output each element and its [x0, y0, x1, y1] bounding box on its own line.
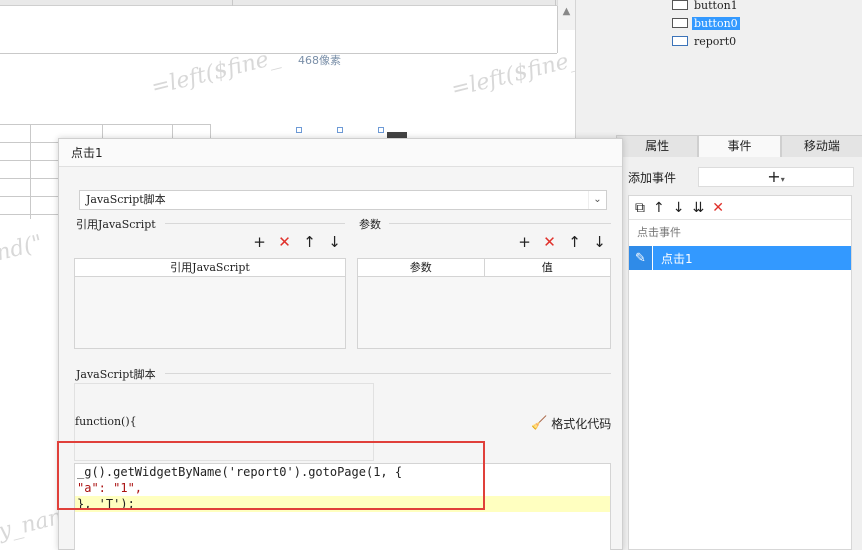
- event-group-click: 点击事件: [637, 226, 681, 239]
- ruler-col-sep: [555, 0, 556, 6]
- move-down-icon[interactable]: ↓: [673, 200, 685, 216]
- column-header: 值: [541, 261, 553, 274]
- section-divider: [165, 223, 345, 224]
- report-grid-line: [0, 178, 58, 179]
- formula-watermark: y_nan: [0, 504, 65, 545]
- move-up-icon[interactable]: ↑: [567, 233, 582, 251]
- canvas-gridline: [557, 6, 558, 53]
- tab-mobile[interactable]: 移动端: [780, 135, 862, 157]
- property-tabs: 属性 事件 移动端: [616, 135, 862, 157]
- selection-handle[interactable]: [296, 127, 302, 133]
- scroll-up-button[interactable]: ▲: [557, 0, 575, 30]
- params-toolbar: + ✕ ↑ ↓: [517, 233, 607, 251]
- report-grid-line: [210, 124, 211, 138]
- move-up-icon[interactable]: ↑: [653, 200, 665, 216]
- button-widget-icon: [672, 18, 688, 28]
- chevron-down-icon[interactable]: ⌄: [588, 191, 606, 209]
- tree-item-button1[interactable]: button1: [672, 0, 740, 13]
- ruler-col-sep: [232, 0, 233, 6]
- events-panel: 添加事件 +▾ ⧉ ↑ ↓ ⇊ ✕ 点击事件 ✎ 点击1: [616, 157, 862, 550]
- event-dialog: 点击1 JavaScript脚本 ⌄ 引用JavaScript + ✕ ↑ ↓ …: [58, 138, 623, 550]
- width-pixel-label: 468像素: [298, 54, 341, 67]
- edit-pencil-icon[interactable]: ✎: [629, 246, 653, 270]
- move-down-icon[interactable]: ↓: [327, 233, 342, 251]
- event-list: ⧉ ↑ ↓ ⇊ ✕ 点击事件 ✎ 点击1: [628, 195, 852, 550]
- report-grid-line: [0, 124, 210, 125]
- move-up-icon[interactable]: ↑: [302, 233, 317, 251]
- ref-js-section-label: 引用JavaScript: [76, 218, 156, 231]
- report-grid-line: [30, 124, 31, 219]
- delete-icon[interactable]: ✕: [277, 233, 292, 251]
- event-item-label: 点击1: [661, 251, 693, 266]
- params-table-header: 参数 值: [358, 259, 610, 277]
- formula-watermark: =left($fine_: [448, 46, 575, 103]
- add-icon[interactable]: +: [517, 233, 532, 251]
- broom-icon: 🧹: [531, 416, 548, 431]
- code-line: "a": "1",: [75, 480, 610, 496]
- copy-icon[interactable]: ⧉: [635, 200, 645, 216]
- function-signature: function(){: [75, 415, 137, 428]
- add-event-label: 添加事件: [628, 170, 677, 185]
- event-type-select[interactable]: JavaScript脚本 ⌄: [79, 190, 607, 210]
- params-table[interactable]: 参数 值: [357, 258, 611, 349]
- tree-item-label: button1: [694, 0, 738, 12]
- params-section-label: 参数: [359, 218, 381, 231]
- button-widget-icon: [672, 0, 688, 10]
- tree-item-button0[interactable]: button0: [672, 15, 740, 31]
- tree-item-label: report0: [694, 34, 737, 48]
- format-code-label: 格式化代码: [551, 417, 612, 431]
- add-event-button[interactable]: +▾: [698, 167, 854, 187]
- column-header: 引用JavaScript: [170, 261, 250, 274]
- event-type-value: JavaScript脚本: [86, 193, 166, 206]
- ref-js-table-header: 引用JavaScript: [75, 259, 345, 277]
- report-widget-icon: [672, 36, 688, 46]
- section-divider: [165, 373, 611, 374]
- selection-handle[interactable]: [378, 127, 384, 133]
- column-header: 参数: [358, 259, 485, 276]
- dropdown-arrow-icon: ▾: [780, 175, 785, 184]
- tab-events[interactable]: 事件: [698, 135, 781, 157]
- ref-js-table[interactable]: 引用JavaScript: [74, 258, 346, 349]
- move-down-icon[interactable]: ↓: [592, 233, 607, 251]
- code-line-text: _g().getWidgetByName('report0').gotoPage…: [77, 465, 403, 479]
- report-grid-line: [0, 142, 58, 143]
- report-grid-line: [102, 124, 103, 138]
- code-line-text: "a": "1",: [77, 481, 143, 495]
- script-section-label: JavaScript脚本: [76, 368, 156, 381]
- report-grid-line: [172, 124, 173, 138]
- canvas-ruler-top: [0, 0, 575, 6]
- ref-js-toolbar: + ✕ ↑ ↓: [252, 233, 342, 251]
- code-editor[interactable]: _g().getWidgetByName('report0').gotoPage…: [74, 463, 611, 550]
- report-grid-line: [0, 196, 58, 197]
- tab-properties[interactable]: 属性: [616, 135, 699, 157]
- event-toolbar: ⧉ ↑ ↓ ⇊ ✕: [629, 196, 851, 220]
- tree-item-report0[interactable]: report0: [672, 33, 738, 49]
- format-code-button[interactable]: 🧹 格式化代码: [531, 415, 611, 432]
- delete-icon[interactable]: ✕: [712, 200, 724, 216]
- code-line: _g().getWidgetByName('report0').gotoPage…: [75, 464, 610, 480]
- selection-handle[interactable]: [337, 127, 343, 133]
- move-bottom-icon[interactable]: ⇊: [692, 200, 704, 216]
- code-line-text: }, 'T');: [77, 497, 135, 511]
- dialog-title: 点击1: [59, 139, 622, 167]
- add-event-row: 添加事件 +▾: [628, 167, 854, 187]
- section-divider: [389, 223, 611, 224]
- add-icon[interactable]: +: [252, 233, 267, 251]
- event-item-click1[interactable]: ✎ 点击1: [629, 246, 851, 270]
- formula-watermark: nd(": [0, 230, 46, 267]
- report-grid-line: [0, 214, 58, 215]
- tree-item-label: button0: [692, 16, 740, 30]
- delete-icon[interactable]: ✕: [542, 233, 557, 251]
- code-line-current: }, 'T');: [75, 496, 610, 512]
- plus-icon: +: [767, 167, 781, 186]
- report-grid-line: [0, 160, 58, 161]
